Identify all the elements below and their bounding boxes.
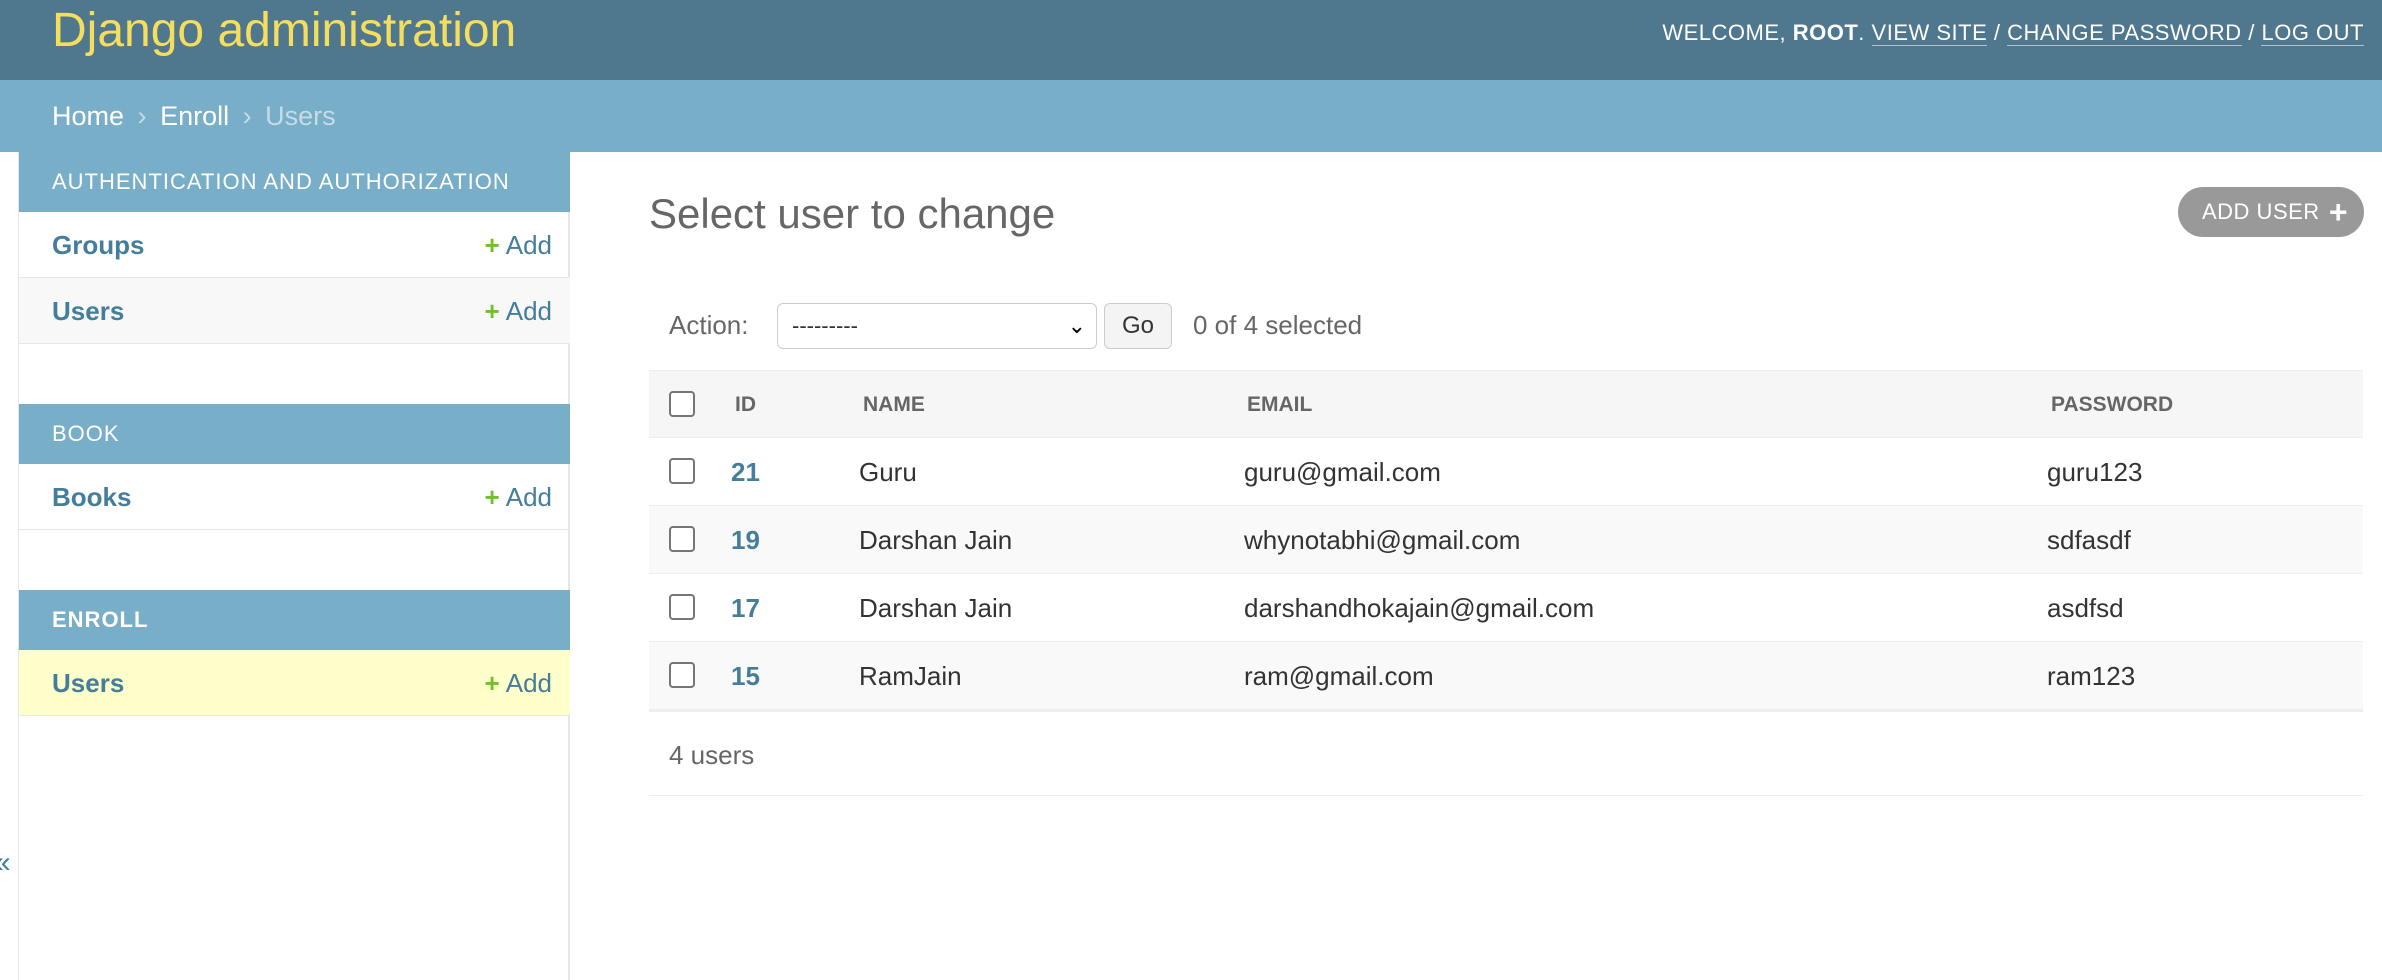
row-checkbox[interactable] [669,458,695,484]
app-book: Book Books + Add [19,404,570,530]
action-select-value: --------- [792,313,858,338]
plus-icon: + [484,482,500,512]
column-header-name[interactable]: Name [863,371,925,439]
table-row: 21 Guru guru@gmail.com guru123 [649,438,2363,506]
row-password: sdfasdf [2047,525,2131,555]
row-id-link[interactable]: 15 [731,642,760,710]
row-id-link[interactable]: 19 [731,506,760,574]
column-header-id[interactable]: ID [735,371,756,439]
row-id-link[interactable]: 21 [731,438,760,506]
row-name: Darshan Jain [859,593,1013,623]
breadcrumb: Home › Enroll › Users [0,80,2382,152]
row-email: guru@gmail.com [1244,457,1441,487]
actions-bar: Action: --------- ⌄ Go 0 of 4 selected [649,294,2363,356]
add-groups-link[interactable]: + Add [485,212,552,278]
row-email: ram@gmail.com [1244,661,1434,691]
plus-icon: + [2328,194,2348,230]
row-email: whynotabhi@gmail.com [1244,525,1521,555]
sidebar-item-label[interactable]: Users [52,278,124,344]
table-header: ID Name Email Password [649,370,2363,438]
chevron-down-icon: ⌄ [1067,313,1086,338]
breadcrumb-current: Users [265,101,336,131]
column-header-password[interactable]: Password [2051,371,2173,439]
select-all-checkbox[interactable] [669,391,695,417]
row-id-link[interactable]: 17 [731,574,760,642]
sidebar-item-groups: Groups + Add [19,212,570,278]
action-select[interactable]: --------- ⌄ [777,303,1097,349]
plus-icon: + [484,230,500,260]
row-password: ram123 [2047,661,2136,691]
sidebar-item-enroll-users: Users + Add [19,650,570,716]
change-password-link[interactable]: Change password [2007,20,2242,46]
row-checkbox[interactable] [669,662,695,688]
breadcrumb-home[interactable]: Home [52,101,124,131]
sidebar-item-auth-users: Users + Add [19,278,570,344]
plus-icon: + [484,296,500,326]
row-password: asdfsd [2047,593,2124,623]
row-name: Darshan Jain [859,525,1013,555]
toggle-sidebar-icon[interactable]: « [0,848,11,878]
sidebar-item-books: Books + Add [19,464,570,530]
header: Django administration Welcome, root. Vie… [0,0,2382,80]
sidebar-item-label[interactable]: Users [52,650,124,716]
paginator: 4 users [649,710,2363,796]
table-row: 19 Darshan Jain whynotabhi@gmail.com sdf… [649,506,2363,574]
breadcrumb-app[interactable]: Enroll [160,101,229,131]
breadcrumb-separator: › [137,101,147,131]
selection-counter: 0 of 4 selected [1193,310,1363,340]
row-name: RamJain [859,661,962,691]
add-user-label: Add user [2202,199,2320,224]
row-checkbox[interactable] [669,526,695,552]
add-user-button[interactable]: Add user + [2178,187,2364,237]
app-caption-auth[interactable]: Authentication and Authorization [19,152,570,212]
table-row: 17 Darshan Jain darshandhokajain@gmail.c… [649,574,2363,642]
page-title: Select user to change [649,190,1056,237]
user-tools: Welcome, root. View site / Change passwo… [1662,20,2364,46]
row-name: Guru [859,457,917,487]
username: root [1792,20,1859,45]
site-branding[interactable]: Django administration [52,0,516,62]
go-button[interactable]: Go [1104,303,1172,349]
add-books-link[interactable]: + Add [485,464,552,530]
app-auth: Authentication and Authorization Groups … [19,152,570,344]
row-password: guru123 [2047,457,2143,487]
welcome-text: Welcome, [1662,20,1787,45]
add-enroll-users-link[interactable]: + Add [485,650,552,716]
separator: / [1993,20,2001,45]
row-email: darshandhokajain@gmail.com [1244,593,1595,623]
sidebar-item-label[interactable]: Groups [52,212,144,278]
column-header-email[interactable]: Email [1247,371,1312,439]
sidebar-item-label[interactable]: Books [52,464,131,530]
add-auth-users-link[interactable]: + Add [485,278,552,344]
action-label: Action: [669,310,749,340]
table-row: 15 RamJain ram@gmail.com ram123 [649,642,2363,710]
breadcrumb-separator: › [242,101,252,131]
separator: / [2248,20,2255,45]
app-enroll: Enroll Users + Add [19,590,570,716]
view-site-link[interactable]: View site [1871,20,1988,46]
app-caption-book[interactable]: Book [19,404,570,464]
plus-icon: + [484,668,500,698]
nav-sidebar: Authentication and Authorization Groups … [18,152,570,980]
log-out-link[interactable]: Log out [2261,20,2364,46]
app-caption-enroll[interactable]: Enroll [19,590,570,650]
row-checkbox[interactable] [669,594,695,620]
